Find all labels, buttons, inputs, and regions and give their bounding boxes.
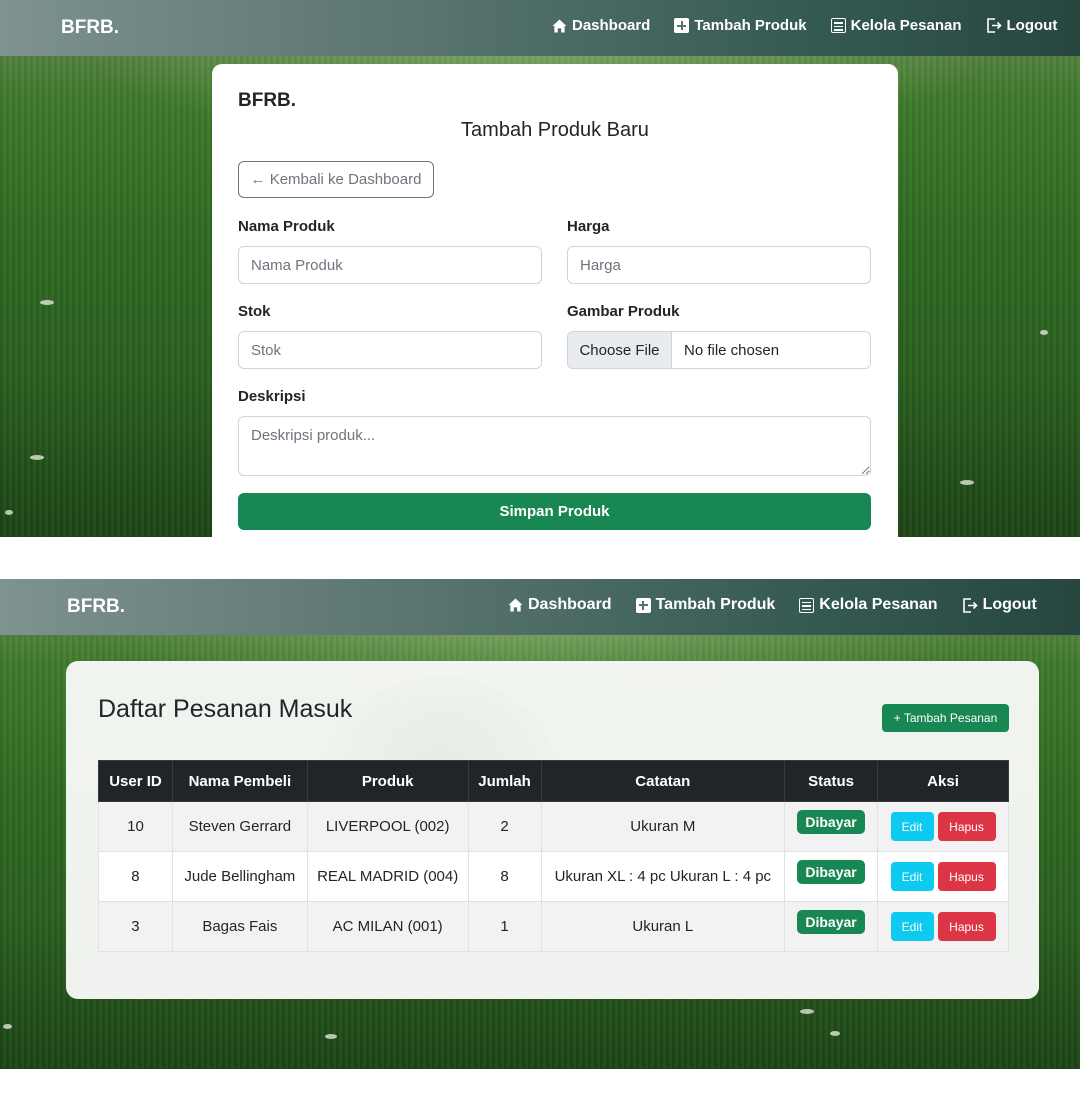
cell-note: Ukuran XL : 4 pc Ukuran L : 4 pc bbox=[540, 851, 786, 902]
orders-screen: BFRB. Dashboard Tambah Produk Kelola Pes… bbox=[0, 579, 1080, 1069]
cell-product: REAL MADRID (004) bbox=[306, 851, 469, 902]
cell-buyer: Steven Gerrard bbox=[171, 801, 308, 852]
table-row: 8 Jude Bellingham REAL MADRID (004) 8 Uk… bbox=[98, 851, 1009, 902]
home-icon bbox=[552, 18, 567, 33]
cell-buyer: Jude Bellingham bbox=[171, 851, 308, 902]
delete-button[interactable]: Hapus bbox=[937, 862, 996, 891]
cell-status: Dibayar bbox=[784, 901, 879, 952]
product-image-file-input[interactable]: Choose File No file chosen bbox=[567, 331, 871, 369]
brand-logo[interactable]: BFRB. bbox=[67, 596, 125, 618]
cell-actions: Edit Hapus bbox=[877, 901, 1009, 952]
product-image-label: Gambar Produk bbox=[567, 303, 680, 320]
top-navbar: BFRB. Dashboard Tambah Produk Kelola Pes… bbox=[0, 579, 1080, 635]
orders-title: Daftar Pesanan Masuk bbox=[98, 695, 353, 723]
status-badge: Dibayar bbox=[797, 809, 865, 834]
col-note: Catatan bbox=[540, 760, 786, 802]
orders-card: Daftar Pesanan Masuk + Tambah Pesanan Us… bbox=[66, 661, 1039, 999]
nav-logout[interactable]: Logout bbox=[986, 17, 1058, 34]
stock-label: Stok bbox=[238, 303, 271, 320]
nav-add-product-label: Tambah Produk bbox=[694, 17, 807, 34]
list-icon bbox=[830, 18, 846, 33]
brand-logo[interactable]: BFRB. bbox=[61, 17, 119, 39]
add-order-button[interactable]: + Tambah Pesanan bbox=[882, 704, 1009, 732]
back-to-dashboard-button[interactable]: ← Kembali ke Dashboard bbox=[238, 161, 434, 198]
file-status: No file chosen bbox=[684, 341, 780, 359]
plus-square-icon bbox=[635, 597, 651, 613]
status-badge: Dibayar bbox=[797, 859, 865, 884]
list-icon bbox=[799, 597, 815, 613]
cell-user-id: 3 bbox=[98, 901, 173, 952]
cell-user-id: 10 bbox=[98, 801, 173, 852]
edit-button[interactable]: Edit bbox=[890, 812, 934, 841]
product-name-input[interactable] bbox=[238, 246, 542, 284]
price-label: Harga bbox=[567, 218, 610, 235]
cell-actions: Edit Hapus bbox=[877, 801, 1009, 852]
description-label: Deskripsi bbox=[238, 388, 306, 405]
logout-icon bbox=[962, 597, 978, 613]
edit-button[interactable]: Edit bbox=[890, 862, 934, 891]
col-actions: Aksi bbox=[877, 760, 1009, 802]
nav-logout[interactable]: Logout bbox=[962, 596, 1037, 614]
col-status: Status bbox=[784, 760, 879, 802]
nav-logout-label: Logout bbox=[982, 596, 1037, 613]
top-navbar: BFRB. Dashboard Tambah Produk Kelola Pes… bbox=[0, 0, 1080, 56]
nav-manage-orders[interactable]: Kelola Pesanan bbox=[830, 17, 962, 34]
col-quantity: Jumlah bbox=[467, 760, 542, 802]
nav-add-product[interactable]: Tambah Produk bbox=[674, 17, 807, 34]
status-badge: Dibayar bbox=[797, 909, 865, 934]
cell-note: Ukuran L bbox=[540, 901, 786, 952]
logout-icon bbox=[986, 18, 1002, 33]
col-buyer-name: Nama Pembeli bbox=[171, 760, 308, 802]
cell-actions: Edit Hapus bbox=[877, 851, 1009, 902]
nav-manage-orders-label: Kelola Pesanan bbox=[819, 596, 938, 613]
delete-button[interactable]: Hapus bbox=[937, 912, 996, 941]
cell-qty: 1 bbox=[467, 901, 542, 952]
card-brand: BFRB. bbox=[238, 90, 297, 111]
cell-user-id: 8 bbox=[98, 851, 173, 902]
nav-logout-label: Logout bbox=[1006, 17, 1058, 34]
cell-status: Dibayar bbox=[784, 801, 879, 852]
edit-button[interactable]: Edit bbox=[890, 912, 934, 941]
nav-add-product-label: Tambah Produk bbox=[655, 596, 776, 613]
table-row: 10 Steven Gerrard LIVERPOOL (002) 2 Ukur… bbox=[98, 801, 1009, 852]
orders-table: User ID Nama Pembeli Produk Jumlah Catat… bbox=[98, 760, 1009, 952]
table-header-row: User ID Nama Pembeli Produk Jumlah Catat… bbox=[98, 760, 1009, 802]
page-title: Tambah Produk Baru bbox=[461, 119, 649, 141]
nav-dashboard[interactable]: Dashboard bbox=[508, 596, 612, 614]
add-product-screen: BFRB. Dashboard Tambah Produk Kelola Pes… bbox=[0, 0, 1080, 537]
nav-dashboard-label: Dashboard bbox=[528, 596, 612, 613]
cell-qty: 2 bbox=[467, 801, 542, 852]
description-textarea[interactable] bbox=[238, 416, 871, 476]
stock-input[interactable] bbox=[238, 331, 542, 369]
nav-dashboard[interactable]: Dashboard bbox=[552, 17, 650, 34]
plus-square-icon bbox=[674, 18, 690, 33]
cell-note: Ukuran M bbox=[540, 801, 786, 852]
nav-dashboard-label: Dashboard bbox=[572, 17, 651, 34]
delete-button[interactable]: Hapus bbox=[937, 812, 996, 841]
product-name-label: Nama Produk bbox=[238, 218, 335, 235]
nav-manage-orders-label: Kelola Pesanan bbox=[850, 17, 962, 34]
price-input[interactable] bbox=[567, 246, 871, 284]
choose-file-button[interactable]: Choose File bbox=[568, 332, 672, 368]
home-icon bbox=[508, 598, 523, 612]
cell-qty: 8 bbox=[467, 851, 542, 902]
add-product-card: BFRB. Tambah Produk Baru ← Kembali ke Da… bbox=[212, 64, 898, 537]
col-product: Produk bbox=[306, 760, 469, 802]
nav-manage-orders[interactable]: Kelola Pesanan bbox=[799, 596, 938, 614]
cell-product: AC MILAN (001) bbox=[306, 901, 469, 952]
table-row: 3 Bagas Fais AC MILAN (001) 1 Ukuran L D… bbox=[98, 901, 1009, 952]
cell-status: Dibayar bbox=[784, 851, 879, 902]
nav-add-product[interactable]: Tambah Produk bbox=[635, 596, 776, 614]
col-user-id: User ID bbox=[98, 760, 173, 802]
cell-product: LIVERPOOL (002) bbox=[306, 801, 469, 852]
cell-buyer: Bagas Fais bbox=[171, 901, 308, 952]
save-product-button[interactable]: Simpan Produk bbox=[238, 493, 871, 530]
